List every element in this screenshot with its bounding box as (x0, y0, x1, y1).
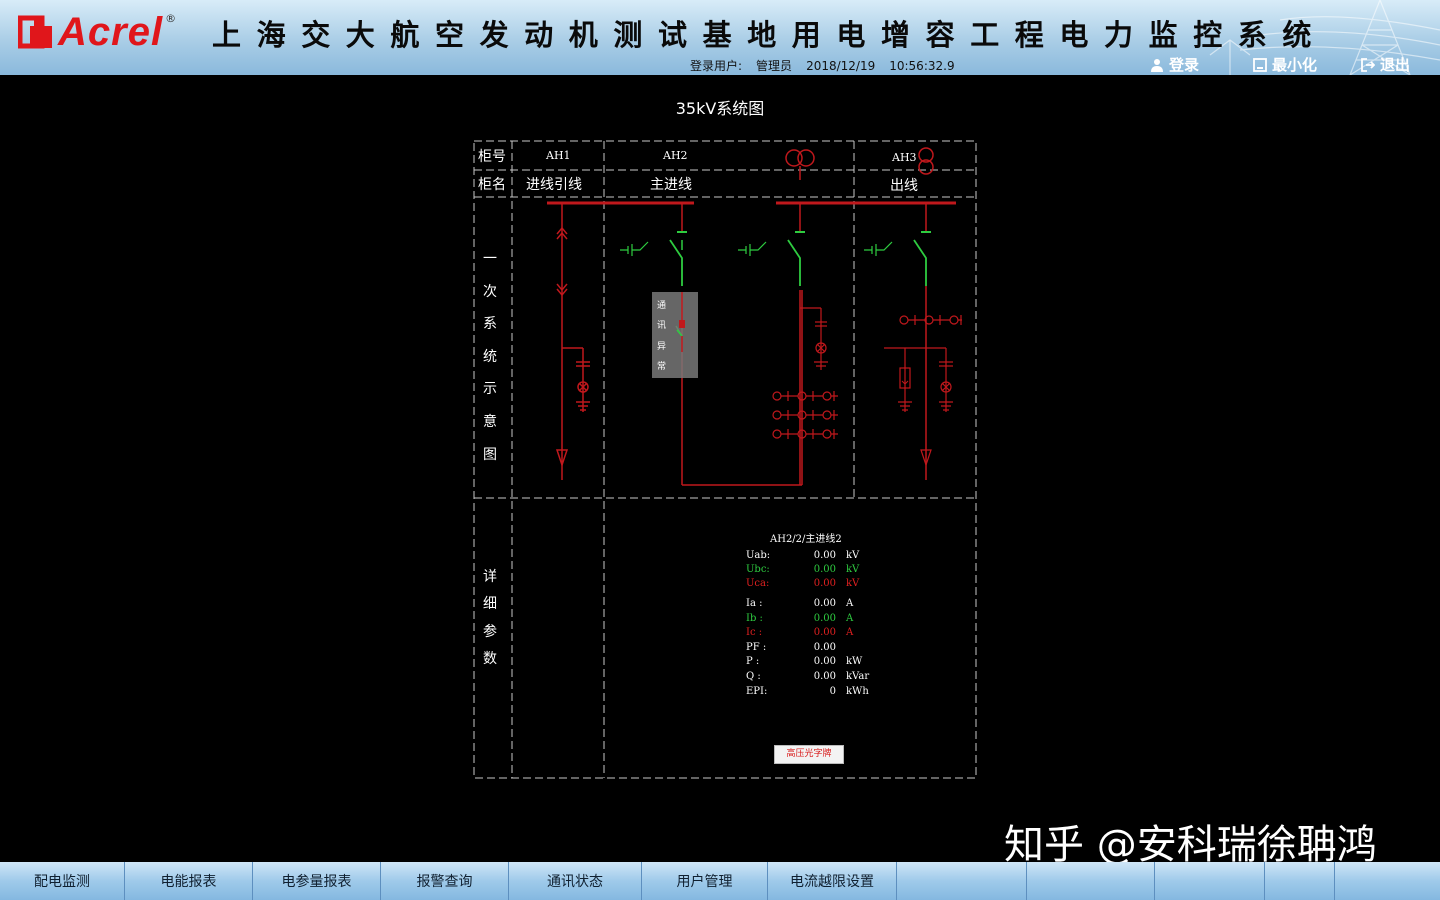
header-bar: Acrel ® 上海交大航空发动机测试基地用电增容工程电力监控系统 登录用户: 管… (0, 0, 1440, 75)
ah3-cabinet-name: 出线 (890, 178, 918, 194)
ah2-cabinet-name: 主进线 (650, 177, 692, 193)
ah3-feeder[interactable] (864, 147, 962, 480)
bottom-nav: 配电监测 电能报表 电参量报表 报警查询 通讯状态 用户管理 电流越限设置 (0, 862, 1440, 900)
details-section-label: 详细参数 (483, 569, 497, 667)
param-row: Ia : 0.00 A (746, 598, 876, 610)
params-heading: AH2/2/主进线2 (770, 534, 842, 545)
minimize-button[interactable]: 最小化 (1253, 54, 1317, 75)
acrel-logo-icon (18, 15, 52, 49)
nav-item[interactable]: 配电监测 (0, 862, 125, 900)
diagram-canvas (473, 140, 977, 779)
param-name: P : (746, 656, 760, 667)
ah2-feeder[interactable] (620, 203, 803, 486)
nav-item[interactable]: 通讯状态 (509, 862, 642, 900)
param-unit: A (846, 598, 854, 609)
user-name: 管理员 (756, 59, 793, 73)
param-value: 0.00 (813, 578, 836, 589)
nav-item[interactable]: 电能报表 (125, 862, 253, 900)
cabinet-no-row-label: 柜号 (478, 149, 506, 165)
param-row: Ib : 0.00 A (746, 613, 876, 625)
param-value: 0 (829, 686, 836, 697)
nav-item[interactable]: 用户管理 (642, 862, 768, 900)
param-name: Q : (746, 671, 761, 682)
param-row: Uca: 0.00 kV (746, 578, 876, 590)
current-date: 2018/12/19 (806, 59, 876, 73)
param-row: Ic : 0.00 A (746, 627, 876, 639)
param-value: 0.00 (813, 642, 836, 653)
param-value: 0.00 (813, 613, 836, 624)
param-unit: kV (846, 564, 860, 575)
nav-item[interactable]: 电参量报表 (253, 862, 381, 900)
param-name: PF : (746, 642, 767, 653)
ah2-cabinet-no: AH2 (663, 149, 688, 162)
param-value: 0.00 (813, 671, 836, 682)
param-name: EPI: (746, 686, 768, 697)
param-value: 0.00 (813, 564, 836, 575)
primary-diagram-section-label: 一次系统示意图 (483, 251, 497, 463)
comm-error-char: 常 (657, 362, 667, 372)
param-name: Ia : (746, 598, 763, 609)
param-unit: A (846, 613, 854, 624)
param-unit: A (846, 627, 854, 638)
param-unit: kVar (846, 671, 870, 682)
nav-item[interactable]: 电流越限设置 (768, 862, 897, 900)
current-time: 10:56:32.9 (889, 59, 955, 73)
pt-column[interactable] (738, 149, 838, 485)
param-unit: kW (846, 656, 863, 667)
param-unit: kWh (846, 686, 869, 697)
diagram-grid (473, 140, 977, 779)
app-window: Acrel ® 上海交大航空发动机测试基地用电增容工程电力监控系统 登录用户: 管… (0, 0, 1440, 900)
minimize-icon (1253, 57, 1267, 72)
comm-error-char: 通 (657, 301, 667, 311)
ah1-cabinet-no: AH1 (546, 149, 571, 162)
login-button[interactable]: 登录 (1150, 54, 1199, 75)
comm-error-char: 异 (657, 342, 667, 352)
user-label: 登录用户: (690, 59, 743, 73)
param-row: Ubc: 0.00 kV (746, 564, 876, 576)
login-label: 登录 (1169, 56, 1200, 74)
ah3-cabinet-no: AH3 (892, 151, 917, 164)
param-name: Uab: (746, 550, 771, 561)
param-row: EPI: 0 kWh (746, 686, 876, 698)
param-name: Ubc: (746, 564, 770, 575)
param-unit: kV (846, 550, 860, 561)
param-row: Uab: 0.00 kV (746, 550, 876, 562)
param-name: Ib : (746, 613, 763, 624)
hv-indicator-panel-button[interactable]: 高压光字牌 (774, 745, 844, 764)
brand-name: Acrel (58, 10, 164, 54)
minimize-label: 最小化 (1272, 56, 1318, 74)
acrel-logo: Acrel ® (18, 12, 176, 52)
nav-item[interactable] (1265, 862, 1335, 900)
breaker-in-comm-box (676, 292, 685, 352)
param-row: PF : 0.00 (746, 642, 876, 654)
exit-button[interactable]: 退出 (1361, 54, 1410, 75)
page-title: 35kV系统图 (675, 99, 765, 118)
cabinet-name-row-label: 柜名 (478, 177, 506, 193)
nav-item[interactable]: 报警查询 (381, 862, 509, 900)
comm-error-char: 讯 (657, 321, 667, 331)
param-row: P : 0.00 kW (746, 656, 876, 668)
user-info: 登录用户: 管理员 2018/12/19 10:56:32.9 (690, 57, 969, 74)
system-title: 上海交大航空发动机测试基地用电增容工程电力监控系统 (212, 18, 1328, 52)
user-icon (1151, 58, 1163, 72)
ah1-feeder[interactable] (555, 203, 590, 480)
param-value: 0.00 (813, 656, 836, 667)
comm-error-overlay[interactable]: 通 讯 异 常 (652, 292, 698, 378)
param-name: Ic : (746, 627, 763, 638)
registered-mark: ® (165, 11, 177, 25)
param-value: 0.00 (813, 598, 836, 609)
param-unit: kV (846, 578, 860, 589)
exit-label: 退出 (1380, 56, 1411, 74)
exit-icon (1361, 57, 1375, 72)
param-value: 0.00 (813, 550, 836, 561)
param-value: 0.00 (813, 627, 836, 638)
nav-item[interactable] (1155, 862, 1265, 900)
current-transformers (772, 391, 838, 439)
param-name: Uca: (746, 578, 770, 589)
nav-item[interactable] (897, 862, 1027, 900)
single-line-diagram: 柜号 柜名 AH1 进线引线 AH2 主进线 AH3 出线 一次系统示意图 详细… (472, 140, 978, 780)
param-row: Q : 0.00 kVar (746, 671, 876, 683)
nav-item[interactable] (1027, 862, 1155, 900)
ah1-cabinet-name: 进线引线 (526, 177, 582, 193)
